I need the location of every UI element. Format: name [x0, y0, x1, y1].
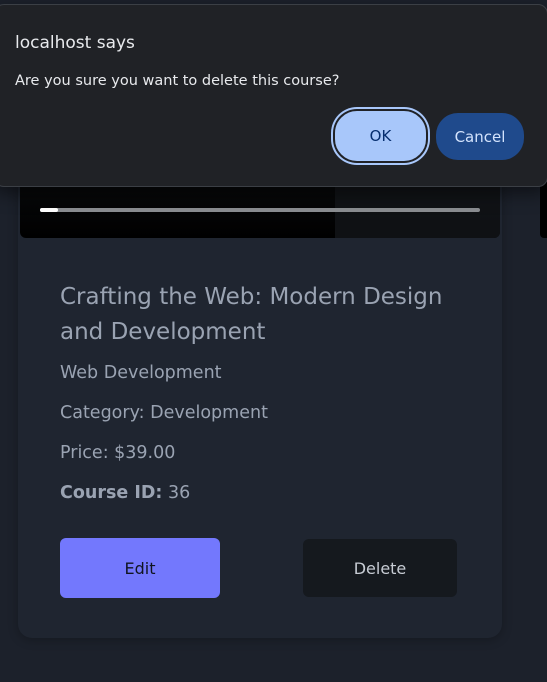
dialog-message: Are you sure you want to delete this cou…: [15, 73, 340, 89]
course-id-value: 36: [167, 483, 191, 503]
video-progress-fill: [40, 208, 58, 212]
dialog-title: localhost says: [15, 33, 135, 53]
course-category: Category: Development: [60, 403, 268, 423]
course-id-label: Course ID:: [60, 483, 163, 503]
course-id: Course ID: 36: [60, 483, 190, 503]
course-price: Price: $39.00: [60, 443, 176, 463]
delete-button[interactable]: Delete: [303, 539, 457, 597]
confirm-dialog: localhost says Are you sure you want to …: [0, 4, 547, 187]
course-subtitle: Web Development: [60, 363, 222, 383]
dialog-ok-button[interactable]: OK: [335, 111, 426, 161]
video-progress-bar[interactable]: [40, 208, 480, 212]
page: Crafting the Web: Modern Design and Deve…: [0, 0, 547, 682]
dialog-cancel-button[interactable]: Cancel: [436, 113, 524, 160]
course-title: Crafting the Web: Modern Design and Deve…: [60, 284, 443, 345]
edit-button[interactable]: Edit: [60, 538, 220, 598]
